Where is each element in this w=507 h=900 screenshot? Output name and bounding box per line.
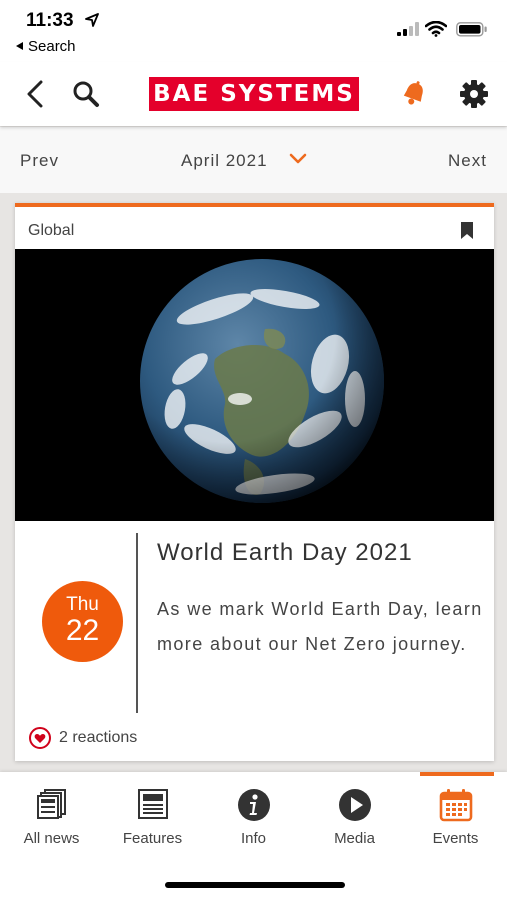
info-icon [237,789,270,821]
vertical-divider [136,533,138,713]
status-bar: 11:33 Search [0,0,507,62]
bookmark-icon[interactable] [460,221,474,240]
tab-all-news[interactable]: All news [1,772,102,862]
back-to-search-link[interactable]: Search [16,38,76,55]
prev-month-button[interactable]: Prev [20,151,59,171]
tab-events[interactable]: Events [405,772,506,862]
newspaper-icon [36,789,66,819]
wifi-icon [425,21,447,37]
cellular-signal-icon [397,22,419,36]
play-icon [338,789,371,821]
location-arrow-icon [85,13,99,27]
card-category: Global [28,222,75,239]
heart-icon [29,727,51,749]
bell-icon [403,81,423,105]
tab-label: Features [122,830,183,847]
chevron-down-icon[interactable] [289,153,307,165]
tab-label: Media [334,830,375,847]
home-indicator[interactable] [165,882,345,888]
reactions-button[interactable]: 2 reactions [29,727,137,749]
back-search-label: Search [28,38,76,55]
event-title[interactable]: World Earth Day 2021 [157,539,413,567]
calendar-icon [439,789,472,822]
next-month-button[interactable]: Next [448,151,487,171]
back-triangle-icon [16,42,23,50]
event-date-badge: Thu 22 [42,581,123,662]
back-icon [27,80,43,108]
tab-label: Info [240,830,267,847]
notifications-button[interactable] [396,76,432,112]
earth-image [15,249,494,521]
features-icon [137,789,168,819]
event-description: As we mark World Earth Day, learn more a… [157,599,483,654]
gear-icon [460,80,488,108]
tab-features[interactable]: Features [102,772,203,862]
settings-button[interactable] [456,76,492,112]
tab-label: Events [432,830,479,847]
search-icon [73,81,99,107]
event-card[interactable]: Global Thu 22 World Earth Day 2021 As we… [15,203,494,761]
status-time: 11:33 [26,10,74,31]
bottom-tab-bar: All news Features Info Media Events [0,772,507,900]
back-button[interactable] [17,76,53,112]
tab-info[interactable]: Info [203,772,304,862]
date-day-of-week: Thu [66,594,99,615]
tab-media[interactable]: Media [304,772,405,862]
battery-icon [456,22,487,37]
brand-logo: BAE SYSTEMS [149,77,359,111]
month-selector[interactable]: April 2021 [181,151,268,171]
month-navigation: Prev April 2021 Next [0,127,507,193]
app-header: BAE SYSTEMS [0,62,507,126]
search-button[interactable] [68,76,104,112]
date-day-number: 22 [65,614,100,647]
tab-label: All news [23,830,80,847]
earth-globe-graphic [15,249,494,521]
reactions-count: 2 reactions [59,729,138,746]
